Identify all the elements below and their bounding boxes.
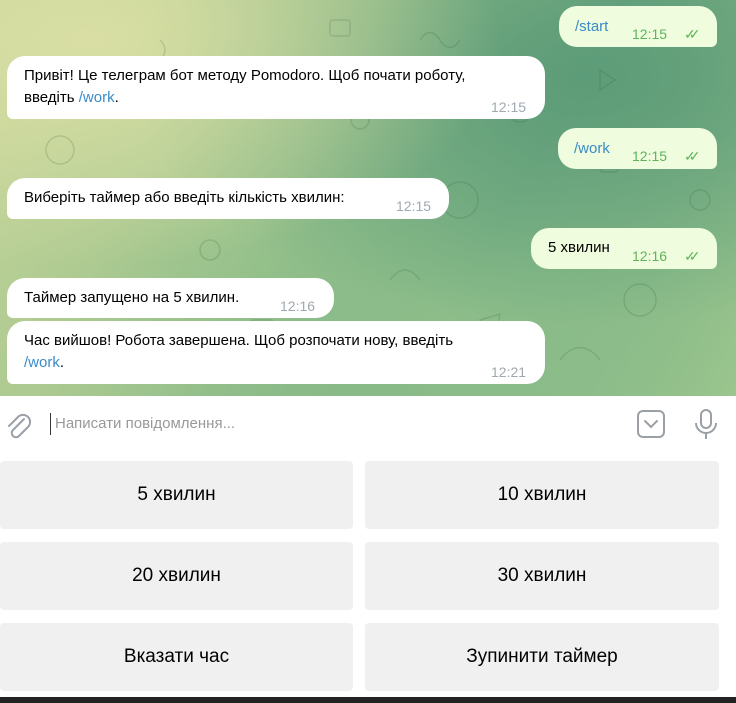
command-link[interactable]: /work — [24, 354, 60, 371]
command-link[interactable]: /work — [574, 138, 610, 160]
microphone-icon[interactable] — [692, 408, 720, 442]
message-text: Привіт! Це телеграм бот методу Pomodoro.… — [24, 67, 466, 84]
message-outgoing[interactable]: /start 12:15 ✓✓ — [559, 6, 717, 47]
message-time: 12:15 — [396, 198, 432, 214]
message-text-suffix: . — [59, 354, 65, 371]
message-text-prefix: введіть — [24, 89, 79, 106]
command-link[interactable]: /work — [79, 89, 115, 106]
message-input[interactable]: Написати повідомлення... — [55, 415, 235, 432]
read-check-icon: ✓✓ — [684, 26, 701, 42]
message-time: 12:16 — [280, 298, 316, 314]
keyboard-button-20-min[interactable]: 20 хвилин — [0, 542, 353, 610]
keyboard-button-30-min[interactable]: 30 хвилин — [365, 542, 719, 610]
chat-area: /start 12:15 ✓✓ Привіт! Це телеграм бот … — [0, 0, 736, 396]
message-incoming[interactable]: Таймер запущено на 5 хвилин. 12:16 — [7, 278, 334, 318]
read-check-icon: ✓✓ — [684, 248, 701, 264]
message-outgoing[interactable]: 5 хвилин 12:16 ✓✓ — [531, 228, 717, 269]
keyboard-button-10-min[interactable]: 10 хвилин — [365, 461, 719, 529]
message-outgoing[interactable]: /work 12:15 ✓✓ — [558, 128, 717, 169]
message-incoming[interactable]: Привіт! Це телеграм бот методу Pomodoro.… — [7, 56, 545, 119]
message-text: Таймер запущено на 5 хвилин. — [24, 289, 240, 306]
message-text-line2: введіть /work. — [24, 87, 119, 109]
paperclip-icon[interactable] — [4, 410, 32, 440]
keyboard-button-stop-timer[interactable]: Зупинити таймер — [365, 623, 719, 691]
message-time: 12:15 — [632, 148, 668, 164]
message-time: 12:15 — [632, 26, 668, 42]
message-text: Час вийшов! Робота завершена. Щоб розпоч… — [24, 332, 454, 349]
text-caret — [50, 413, 51, 435]
sticker-icon[interactable] — [636, 409, 666, 439]
window-bottom-edge — [0, 697, 736, 703]
message-text: Виберіть таймер або введіть кількість хв… — [24, 189, 345, 206]
command-link[interactable]: /start — [575, 16, 608, 38]
keyboard-button-set-time[interactable]: Вказати час — [0, 623, 353, 691]
message-text-suffix: . — [114, 89, 119, 106]
message-time: 12:15 — [491, 99, 527, 115]
message-incoming[interactable]: Час вийшов! Робота завершена. Щоб розпоч… — [7, 321, 545, 384]
message-text: 5 хвилин — [548, 239, 610, 256]
keyboard-button-5-min[interactable]: 5 хвилин — [0, 461, 353, 529]
message-time: 12:16 — [632, 248, 668, 264]
message-time: 12:21 — [491, 364, 527, 380]
message-incoming[interactable]: Виберіть таймер або введіть кількість хв… — [7, 178, 449, 219]
message-text-line2: /work. — [24, 352, 64, 374]
read-check-icon: ✓✓ — [684, 148, 701, 164]
